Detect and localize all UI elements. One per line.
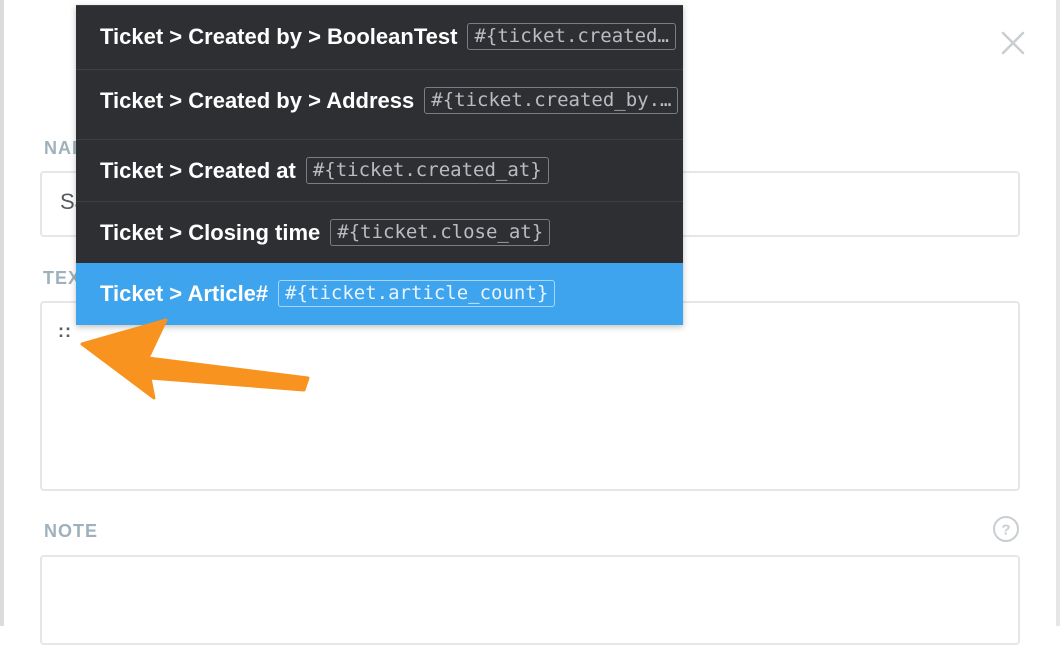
autocomplete-item-code: #{ticket.created_at}	[305, 157, 549, 184]
autocomplete-item-label: Ticket > Created by > BooleanTest	[100, 24, 458, 49]
autocomplete-item-code: #{ticket.created_by.…	[424, 87, 679, 114]
text-editor-content: ::	[58, 321, 72, 341]
autocomplete-item-label: Ticket > Created at	[100, 158, 296, 183]
autocomplete-item-code: #{ticket.close_at}	[330, 219, 551, 246]
modal-shadow-right	[1056, 0, 1060, 626]
autocomplete-item-label: Ticket > Closing time	[100, 220, 321, 245]
autocomplete-item-code: #{ticket.article_count}	[278, 280, 556, 307]
autocomplete-item[interactable]: Ticket > Created at #{ticket.created_at}	[76, 139, 683, 201]
text-editor[interactable]: ::	[40, 301, 1020, 491]
autocomplete-item[interactable]: Ticket > Created by > Address #{ticket.cr…	[76, 69, 683, 131]
autocomplete-item-selected[interactable]: Ticket > Article# #{ticket.article_count}	[76, 263, 683, 325]
close-button[interactable]	[998, 28, 1028, 58]
help-button[interactable]: ?	[992, 515, 1020, 543]
autocomplete-item-label: Ticket > Created by > Address	[100, 88, 415, 113]
autocomplete-item[interactable]: Ticket > Closing time #{ticket.close_at}	[76, 201, 683, 263]
close-icon	[1001, 31, 1025, 55]
note-textarea[interactable]	[40, 555, 1020, 645]
autocomplete-item[interactable]: Ticket > Created by > BooleanTest #{ticke…	[76, 5, 683, 67]
question-circle-icon: ?	[993, 516, 1019, 542]
note-field-label: NOTE	[44, 521, 99, 541]
autocomplete-item-label: Ticket > Article#	[100, 281, 269, 306]
placeholder-autocomplete-menu: Ticket > Created by > BooleanTest #{ticke…	[76, 5, 683, 325]
name-field-label: NAI	[44, 138, 78, 158]
autocomplete-item-code: #{ticket.created…	[467, 23, 676, 50]
svg-text:?: ?	[1001, 522, 1010, 539]
